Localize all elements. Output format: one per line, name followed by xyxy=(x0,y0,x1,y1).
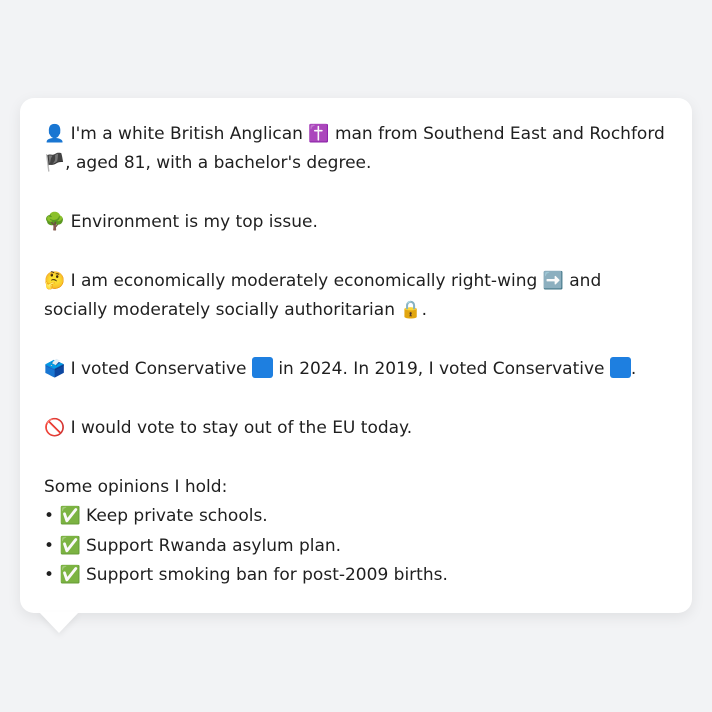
prohibited-icon: 🚫 xyxy=(44,418,66,438)
tree-icon: 🌳 xyxy=(44,212,66,233)
england-flag-icon: 🏴 xyxy=(44,153,66,174)
ballot-box-icon: 🗳️ xyxy=(44,359,66,380)
opinions-list: • ✅ Keep private schools. • ✅ Support Rw… xyxy=(44,502,668,590)
bullet: • xyxy=(44,565,55,586)
opinion-text: Support Rwanda asylum plan. xyxy=(86,535,342,556)
message-bubble: 👤 I'm a white British Anglican ✝️ man fr… xyxy=(20,98,692,613)
votes-text-2024: I voted Conservative xyxy=(70,359,247,380)
conservative-square-icon xyxy=(609,357,631,379)
check-mark-icon: ✅ xyxy=(59,506,81,527)
identity-text-after: , aged 81, with a bachelor's degree. xyxy=(65,153,372,174)
cross-icon: ✝️ xyxy=(308,124,330,144)
identity-text-middle: man from Southend East and Rochford xyxy=(334,124,665,144)
votes-text-end: . xyxy=(630,359,637,380)
opinion-text: Keep private schools. xyxy=(86,506,268,527)
person-icon: 👤 xyxy=(44,124,66,144)
issue-text: Environment is my top issue. xyxy=(70,212,318,233)
identity-text-before: I'm a white British Anglican xyxy=(70,124,303,144)
right-arrow-icon: ➡️ xyxy=(542,271,564,291)
eu-line: 🚫 I would vote to stay out of the EU tod… xyxy=(44,414,668,443)
thinking-face-icon: 🤔 xyxy=(44,271,66,291)
opinions-heading: Some opinions I hold: xyxy=(44,476,228,497)
opinion-item: • ✅ Support smoking ban for post-2009 bi… xyxy=(44,561,668,590)
ideology-line: 🤔 I am economically moderately economica… xyxy=(44,267,668,326)
eu-text: I would vote to stay out of the EU today… xyxy=(70,418,413,438)
opinion-item: • ✅ Keep private schools. xyxy=(44,502,668,531)
ideology-text-before: I am economically moderately economicall… xyxy=(70,271,538,291)
check-mark-icon: ✅ xyxy=(59,565,81,586)
ideology-text-after: . xyxy=(421,300,427,321)
votes-text-2019: in 2024. In 2019, I voted Conservative xyxy=(278,359,605,380)
conservative-square-icon xyxy=(251,357,273,379)
opinion-item: • ✅ Support Rwanda asylum plan. xyxy=(44,532,668,561)
issue-line: 🌳 Environment is my top issue. xyxy=(44,208,668,237)
bullet: • xyxy=(44,535,55,556)
bullet: • xyxy=(44,506,55,527)
opinion-text: Support smoking ban for post-2009 births… xyxy=(86,565,448,586)
votes-line: 🗳️ I voted Conservative in 2024. In 2019… xyxy=(44,355,668,384)
lock-icon: 🔒 xyxy=(400,300,422,321)
identity-line: 👤 I'm a white British Anglican ✝️ man fr… xyxy=(44,120,668,179)
bubble-tail xyxy=(39,612,79,633)
check-mark-icon: ✅ xyxy=(59,535,81,556)
